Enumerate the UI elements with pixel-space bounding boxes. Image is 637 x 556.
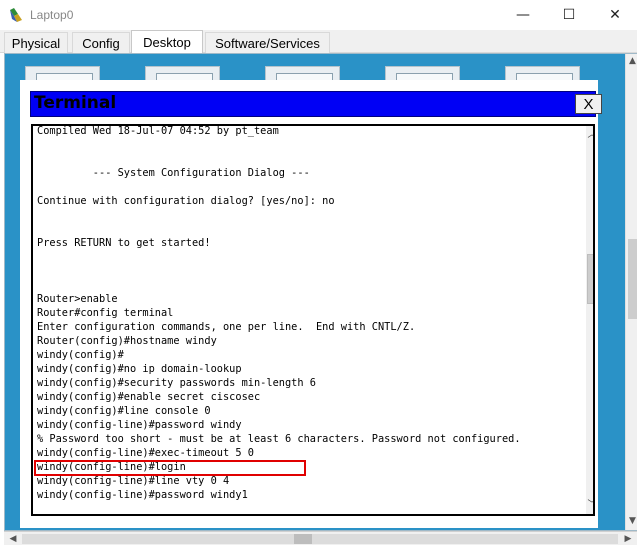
window-title: Laptop0 — [30, 8, 74, 22]
terminal-line: Router>enable — [37, 293, 118, 305]
maximize-button[interactable]: ☐ — [546, 0, 592, 30]
chevron-down-icon[interactable]: ▼ — [628, 516, 637, 526]
close-icon: ✕ — [609, 7, 621, 23]
terminal-line: windy(config-line)#login — [37, 461, 186, 473]
close-button[interactable]: ✕ — [592, 0, 637, 30]
terminal-close-button[interactable]: X — [575, 94, 602, 114]
scrollbar-track[interactable] — [22, 534, 618, 544]
terminal-line: --- System Configuration Dialog --- — [37, 167, 310, 179]
chevron-up-icon[interactable]: ︿ — [586, 128, 593, 142]
horizontal-scrollbar[interactable]: ◀ ▶ — [4, 531, 637, 545]
minimize-icon: — — [516, 7, 530, 23]
terminal-vertical-scrollbar[interactable]: ︿ ﹀ — [586, 126, 593, 514]
maximize-icon: ☐ — [562, 7, 576, 23]
scrollbar-thumb[interactable] — [587, 254, 593, 304]
tab-bar: Physical Config Desktop Software/Service… — [0, 30, 637, 54]
chevron-right-icon[interactable]: ▶ — [621, 532, 635, 546]
terminal-line: windy(config)#security passwords min-len… — [37, 377, 316, 389]
terminal-line: windy(config-line)#line vty 0 4 — [37, 475, 230, 487]
terminal-line: % Password too short - must be at least … — [37, 433, 521, 445]
tab-software-services[interactable]: Software/Services — [205, 32, 330, 53]
terminal-window: Terminal X Compiled Wed 18-Jul-07 04:52 … — [20, 80, 602, 528]
chevron-left-icon[interactable]: ◀ — [6, 532, 20, 546]
terminal-line: windy(config-line)#exec-timeout 5 0 — [37, 447, 254, 459]
laptop-app-icon — [10, 8, 22, 22]
minimize-button[interactable]: — — [500, 0, 546, 30]
terminal-header: Terminal X — [30, 91, 602, 117]
terminal-line: Router#config terminal — [37, 307, 174, 319]
terminal-title: Terminal — [34, 93, 117, 113]
window-titlebar: Laptop0 — ☐ ✕ — [0, 0, 637, 30]
tab-physical[interactable]: Physical — [4, 32, 68, 53]
tab-desktop[interactable]: Desktop — [131, 30, 203, 54]
desktop-vertical-scrollbar[interactable]: ▲ ▼ — [625, 54, 637, 530]
scrollbar-thumb[interactable] — [294, 534, 312, 544]
terminal-line: Press RETURN to get started! — [37, 237, 211, 249]
terminal-line: windy(config)#no ip domain-lookup — [37, 363, 242, 375]
chevron-up-icon[interactable]: ▲ — [628, 56, 637, 66]
tab-config[interactable]: Config — [72, 32, 130, 53]
terminal-line: Enter configuration commands, one per li… — [37, 321, 416, 333]
terminal-line: Router(config)#hostname windy — [37, 335, 217, 347]
scrollbar-thumb[interactable] — [628, 239, 637, 319]
terminal-line: Continue with configuration dialog? [yes… — [37, 195, 335, 207]
terminal-line: windy(config)#enable secret ciscosec — [37, 391, 261, 403]
terminal-output[interactable]: Compiled Wed 18-Jul-07 04:52 by pt_team … — [31, 124, 595, 516]
terminal-line: windy(config)# — [37, 349, 124, 361]
terminal-line: windy(config-line)#password windy1 — [37, 489, 248, 501]
terminal-line: windy(config)#line console 0 — [37, 405, 211, 417]
chevron-down-icon[interactable]: ﹀ — [586, 498, 593, 512]
terminal-line: windy(config-line)#password windy — [37, 419, 242, 431]
terminal-line: Compiled Wed 18-Jul-07 04:52 by pt_team — [37, 125, 279, 137]
terminal-lines: Compiled Wed 18-Jul-07 04:52 by pt_team … — [37, 125, 585, 502]
